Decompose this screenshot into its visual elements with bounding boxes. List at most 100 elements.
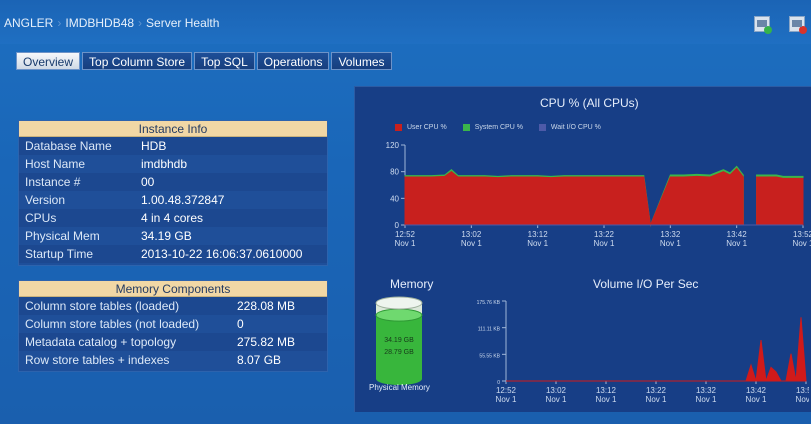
memory-components-panel: Memory Components Column store tables (l… — [18, 280, 328, 372]
x-tick-date: Nov 1 — [696, 395, 717, 404]
x-tick-label: 13:32 — [696, 386, 717, 395]
x-tick-label: 13:12 — [528, 230, 549, 239]
row-value: 4 in 4 cores — [141, 211, 204, 225]
x-tick-date: Nov 1 — [496, 395, 517, 404]
tab-top-sql[interactable]: Top SQL — [194, 52, 255, 70]
row-value: HDB — [141, 139, 167, 153]
row-key: Column store tables (not loaded) — [25, 317, 200, 331]
y-tick-label: 175.76 KB — [477, 300, 501, 306]
table-row: Database Name HDB — [19, 137, 327, 155]
instance-info-rows: Database Name HDB Host Name imdbhdb Instan… — [19, 137, 327, 263]
table-row: Version 1.00.48.372847 — [19, 191, 327, 209]
instance-info-panel: Instance Info Database Name HDB Host Name… — [18, 120, 328, 266]
tab-overview[interactable]: Overview — [16, 52, 81, 70]
x-tick-label: 13:42 — [727, 230, 748, 239]
row-value: 34.19 GB — [141, 229, 192, 243]
tab-volumes[interactable]: Volumes — [331, 52, 392, 70]
row-value: 00 — [141, 175, 155, 189]
export-badge — [764, 26, 772, 34]
legend-item-user-cpu: User CPU % — [395, 124, 447, 131]
table-row: Column store tables (not loaded) 0 — [19, 315, 327, 333]
breadcrumb-separator: › — [138, 16, 143, 30]
tab-top-column-store[interactable]: Top Column Store — [82, 52, 193, 70]
row-value: imdbhdb — [141, 157, 188, 171]
table-row: Host Name imdbhdb — [19, 155, 327, 173]
row-key: Instance # — [25, 175, 81, 189]
row-value: 0 — [237, 317, 244, 331]
table-row: Physical Mem 34.19 GB — [19, 227, 327, 245]
x-tick-date: Nov 1 — [527, 239, 548, 248]
x-tick-date: Nov 1 — [461, 239, 482, 248]
charts-panel: CPU % (All CPUs) User CPU % System CPU %… — [354, 86, 811, 412]
cpu-chart-legend: User CPU % System CPU % Wait I/O CPU % — [395, 124, 617, 131]
x-tick-label: 12:52 — [395, 230, 416, 239]
series-area-user-cpu — [756, 176, 804, 226]
y-tick-label: 80 — [390, 168, 399, 177]
cylinder-fill — [376, 315, 422, 379]
legend-swatch — [395, 124, 402, 131]
volume-io-chart: 055.55 KB111.11 KB175.76 KB12:52Nov 113:… — [477, 300, 809, 404]
legend-item-wait-io-cpu: Wait I/O CPU % — [538, 124, 601, 131]
y-tick-label: 120 — [386, 141, 400, 150]
x-tick-label: 13:52 — [796, 386, 809, 395]
tab-bar: Overview Top Column Store Top SQL Operat… — [16, 52, 394, 70]
instance-info-title: Instance Info — [19, 121, 327, 137]
row-key: Column store tables (loaded) — [25, 299, 180, 313]
breadcrumb-separator: › — [57, 16, 62, 30]
x-tick-date: Nov 1 — [594, 239, 615, 248]
x-tick-label: 12:52 — [496, 386, 517, 395]
row-value: 1.00.48.372847 — [141, 193, 225, 207]
volume-io-chart-title: Volume I/O Per Sec — [593, 277, 699, 291]
legend-swatch — [462, 124, 470, 131]
x-tick-date: Nov 1 — [660, 239, 681, 248]
cylinder-fill-top — [375, 308, 423, 322]
legend-swatch — [538, 124, 546, 131]
row-value: 228.08 MB — [237, 299, 296, 313]
row-key: Row store tables + indexes — [25, 353, 170, 367]
x-tick-date: Nov 1 — [546, 395, 567, 404]
legend-label: System CPU % — [474, 124, 523, 131]
table-row: Startup Time 2013-10-22 16:06:37.0610000 — [19, 245, 327, 263]
x-tick-label: 13:02 — [461, 230, 482, 239]
legend-label: Wait I/O CPU % — [550, 124, 601, 131]
x-tick-label: 13:22 — [594, 230, 615, 239]
export-icon[interactable] — [754, 16, 772, 34]
memory-components-title: Memory Components — [19, 281, 327, 297]
row-key: Metadata catalog + topology — [25, 335, 177, 349]
breadcrumb: ANGLER › IMDBHDB48 › Server Health — [4, 16, 219, 30]
physical-memory-label: Physical Memory — [369, 383, 430, 392]
y-tick-label: 55.55 KB — [479, 353, 500, 359]
x-tick-date: Nov 1 — [746, 395, 767, 404]
series-area-user-cpu — [404, 167, 744, 227]
delete-icon[interactable] — [789, 16, 807, 34]
x-tick-label: 13:02 — [546, 386, 567, 395]
row-key: Version — [25, 193, 66, 207]
x-tick-date: Nov 1 — [395, 239, 416, 248]
x-tick-date: Nov 1 — [596, 395, 617, 404]
breadcrumb-item-current: Server Health — [146, 16, 220, 30]
x-tick-label: 13:12 — [596, 386, 617, 395]
breadcrumb-item-server[interactable]: IMDBHDB48 — [65, 16, 134, 30]
x-tick-label: 13:42 — [746, 386, 767, 395]
memory-total-label: 34.19 GB — [384, 337, 414, 344]
delete-badge — [799, 26, 807, 34]
x-tick-label: 13:32 — [660, 230, 681, 239]
x-tick-label: 13:52 — [793, 230, 811, 239]
legend-label: User CPU % — [407, 124, 447, 131]
breadcrumb-item-server-group[interactable]: ANGLER — [4, 16, 53, 30]
memory-components-rows: Column store tables (loaded) 228.08 MB Co… — [19, 297, 327, 369]
x-tick-date: Nov 1 — [726, 239, 747, 248]
top-bar: ANGLER › IMDBHDB48 › Server Health — [0, 0, 811, 44]
x-tick-date: Nov 1 — [793, 239, 811, 248]
memory-title: Memory — [390, 277, 434, 291]
legend-item-system-cpu: System CPU % — [462, 124, 523, 131]
y-tick-label: 0 — [395, 221, 400, 230]
memory-used-label: 28.79 GB — [384, 349, 414, 356]
table-row: Instance # 00 — [19, 173, 327, 191]
x-tick-date: Nov 1 — [796, 395, 809, 404]
x-tick-date: Nov 1 — [646, 395, 667, 404]
row-value: 8.07 GB — [237, 353, 282, 367]
row-value: 275.82 MB — [237, 335, 296, 349]
tab-operations[interactable]: Operations — [256, 52, 330, 70]
cylinder-top — [375, 296, 423, 310]
